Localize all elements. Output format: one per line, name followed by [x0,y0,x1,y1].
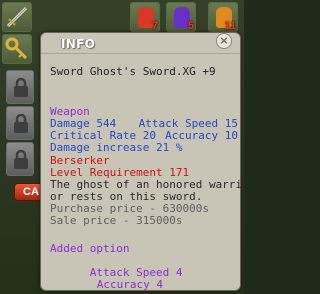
game-inventory-window: 7 5 11 CA INFO × Sword Ghost's Sword.XG … [0,0,244,294]
locked-slot-1 [6,70,34,104]
locked-slot-3 [6,142,34,176]
sword-icon [6,6,28,28]
added-option-header: Added option [50,242,130,255]
lock-icon [14,150,28,169]
inventory-slot-2[interactable]: 5 [166,2,196,32]
item-info-tooltip: INFO × Sword Ghost's Sword.XG +9 Weapon … [40,32,242,294]
lock-icon [14,78,28,97]
tooltip-title: INFO [61,37,96,51]
item-quantity: 7 [151,20,158,32]
cancel-button-label: CA [23,186,39,198]
locked-slot-2 [6,106,34,140]
sale-price: Sale price - 315000s [50,214,183,227]
tooltip-header: INFO × [41,33,240,54]
inventory-slot-3[interactable]: 11 [208,2,238,32]
damage-increase-stat: Damage increase 21 % [50,141,183,154]
item-quantity: 5 [187,20,194,32]
inventory-slot-1[interactable]: 7 [130,2,160,32]
item-quantity: 11 [224,20,236,32]
sword-slot[interactable] [2,2,32,32]
added-accuracy: Accuracy 4 [96,278,163,291]
added-option-row: Attack Speed 4 Accuracy 4 [50,255,238,294]
item-name: Sword Ghost's Sword.XG +9 [50,65,216,78]
key-slot[interactable] [2,34,32,64]
lock-icon [14,114,28,133]
key-icon [5,37,28,60]
close-icon[interactable]: × [216,33,232,49]
